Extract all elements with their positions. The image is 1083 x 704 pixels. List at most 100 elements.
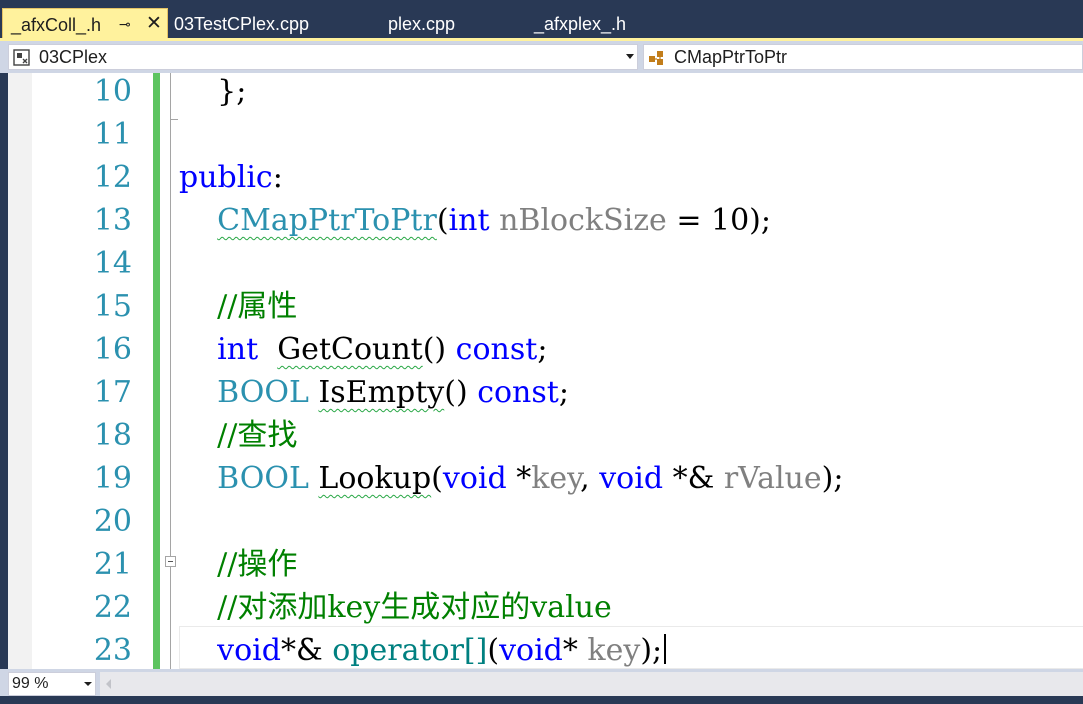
code-line[interactable]: 11 [8,113,1083,156]
tab-03testcplex-cpp[interactable]: 03TestCPlex.cpp [174,8,309,38]
code-token: () [444,375,478,410]
project-dropdown[interactable]: 03CPlex [8,44,638,70]
code-token: () [422,332,456,367]
tab-afxplex-h[interactable]: _afxplex_.h [526,8,626,38]
scroll-left-icon[interactable] [106,679,111,689]
code-token: int [448,203,490,238]
tab-label: _afxColl_.h [11,15,102,35]
code-text: int GetCount() const; [179,328,547,371]
code-token: CMapPtrToPtr [217,203,437,238]
code-line[interactable]: 16 int GetCount() const; [8,328,1083,371]
line-number: 19 [93,461,132,496]
code-token: const [477,375,559,410]
code-token: //属性 [217,289,298,324]
line-number: 17 [93,375,132,410]
code-line[interactable]: 15 //属性 [8,285,1083,328]
code-line[interactable]: 14 [8,242,1083,285]
line-number: 20 [93,504,132,539]
code-text: //对添加key生成对应的value [179,586,612,629]
code-token: key [587,633,641,668]
code-token: public [179,160,273,195]
code-token: //操作 [217,547,298,582]
pin-icon[interactable]: ⊸ [119,16,131,33]
code-token: key [531,461,581,496]
code-line[interactable]: 13 CMapPtrToPtr(int nBlockSize = 10); [8,199,1083,242]
navigation-bar: 03CPlex CMapPtrToPtr [0,41,1083,73]
code-line[interactable]: 12 public: [8,156,1083,199]
code-token: //对添加key生成对应的value [217,590,612,625]
chevron-down-icon[interactable] [626,54,634,59]
member-dropdown[interactable]: CMapPtrToPtr [643,44,1083,70]
close-icon[interactable]: ✕ [146,12,162,35]
code-token: rValue [723,461,822,496]
code-token: * [506,461,532,496]
code-token: void [599,461,664,496]
code-line[interactable]: 19 BOOL Lookup(void *key, void *& rValue… [8,457,1083,500]
code-text: BOOL Lookup(void *key, void *& rValue); [179,457,843,500]
code-token: nBlockSize [499,203,667,238]
code-token: , [580,461,600,496]
code-text: CMapPtrToPtr(int nBlockSize = 10); [179,199,771,242]
code-line[interactable]: 22 //对添加key生成对应的value [8,586,1083,629]
zoom-dropdown[interactable]: 99 % [8,672,96,696]
tab-plex-cpp[interactable]: plex.cpp [380,8,455,38]
code-token: = 10); [666,203,771,238]
code-token: void [217,633,281,668]
code-line[interactable]: 18 //查找 [8,414,1083,457]
line-number: 22 [93,590,132,625]
code-token: int [217,332,259,367]
tab-label: 03TestCPlex.cpp [174,14,310,34]
text-caret [664,634,667,664]
project-icon [13,49,30,66]
code-text: BOOL IsEmpty() const; [179,371,569,414]
code-text: }; [179,73,246,113]
code-editor[interactable]: 10 }; 11 12 public: 13 CMapPtrToPtr(int nBlo… [8,73,1083,669]
code-text: //操作 [179,543,297,586]
line-number: 21 [93,547,132,582]
code-token: *& [280,633,333,668]
code-token: Lookup [318,461,432,496]
document-tab-strip: _afxColl_.h ⊸ ✕ 03TestCPlex.cpp plex.cpp… [0,0,1083,41]
code-text: public: [179,156,283,199]
horizontal-scrollbar[interactable] [100,672,1083,696]
code-line[interactable]: 20 [8,500,1083,543]
code-line[interactable]: 23 void*& operator[](void* key); [8,629,1083,669]
code-token: const [455,332,538,367]
code-token: ( [487,633,500,668]
code-token: GetCount [277,332,423,367]
member-name: CMapPtrToPtr [674,47,788,67]
class-member-icon [649,51,663,65]
code-token: IsEmpty [318,375,445,410]
code-token: : [272,160,283,195]
line-number: 23 [93,633,132,668]
code-text: //查找 [179,414,297,457]
window-bottom-edge [0,696,1083,704]
chevron-down-icon[interactable] [84,682,92,686]
code-line[interactable]: 17 BOOL IsEmpty() const; [8,371,1083,414]
code-token: *& [663,461,724,496]
line-number: 15 [93,289,132,324]
code-token: //查找 [217,418,298,453]
code-token: ( [436,203,449,238]
line-number: 10 [93,74,132,109]
line-number: 18 [93,418,132,453]
project-name: 03CPlex [39,47,108,67]
tab-label: _afxplex_.h [534,14,627,34]
code-token: ; [558,375,569,410]
code-text: //属性 [179,285,297,328]
zoom-level: 99 % [12,675,49,692]
code-line[interactable]: 10 }; [8,73,1083,113]
code-line[interactable]: 21 //操作 [8,543,1083,586]
tab-afxcoll-h[interactable]: _afxColl_.h ⊸ ✕ [2,8,168,38]
